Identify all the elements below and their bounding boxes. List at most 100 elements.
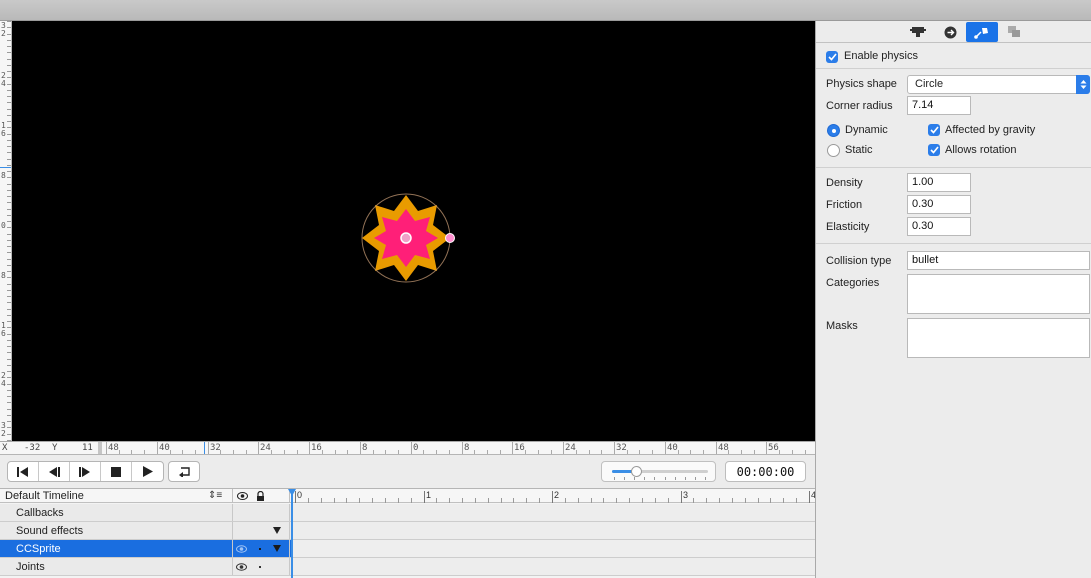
timeline-panel: Default Timeline ⇕≡ 01234 Callbacks Sound… xyxy=(0,488,816,578)
timeline-row[interactable]: Callbacks xyxy=(0,504,815,522)
stop-icon xyxy=(111,466,121,477)
zoom-ticks xyxy=(614,477,706,480)
physics-shape-select[interactable]: Circle xyxy=(907,75,1090,94)
lock-toggle[interactable] xyxy=(259,548,261,550)
timeline-zoom-slider[interactable] xyxy=(601,461,716,482)
timeline-row[interactable]: Sound effects xyxy=(0,522,815,540)
eye-icon[interactable] xyxy=(236,545,247,553)
x-coord-label: X xyxy=(2,443,8,453)
hruler-major-tick xyxy=(157,442,158,454)
timeline-minor-tick xyxy=(745,498,746,503)
expand-arrow-icon[interactable] xyxy=(273,545,281,552)
timeline-minor-tick xyxy=(436,498,437,503)
hruler-minor-tick xyxy=(551,450,552,454)
hruler-minor-tick xyxy=(728,450,729,454)
sort-list-icon[interactable]: ⇕≡ xyxy=(208,490,222,501)
zoom-knob[interactable] xyxy=(631,466,642,477)
hruler-minor-tick xyxy=(182,450,183,454)
hruler-major-tick xyxy=(614,442,615,454)
playhead[interactable] xyxy=(291,489,293,578)
hruler-minor-tick xyxy=(335,450,336,454)
stop-button[interactable] xyxy=(101,462,132,481)
play-button[interactable] xyxy=(132,462,163,481)
timeline-row[interactable]: CCSprite xyxy=(0,540,815,558)
static-radio[interactable] xyxy=(827,144,840,157)
eye-icon[interactable] xyxy=(237,492,248,500)
timeline-minor-tick xyxy=(706,498,707,503)
timeline-row-track[interactable] xyxy=(291,522,815,539)
affected-by-gravity-checkbox[interactable] xyxy=(928,124,940,136)
timeline-row-controls xyxy=(232,504,290,521)
radius-handle[interactable] xyxy=(445,233,455,243)
hruler-major-tick xyxy=(462,442,463,454)
hruler-major-tick xyxy=(411,442,412,454)
hruler-major-tick xyxy=(360,442,361,454)
hruler-minor-tick xyxy=(347,450,348,454)
tab-code-connections[interactable] xyxy=(934,22,966,42)
lock-icon[interactable] xyxy=(256,491,265,501)
anchor-point-handle[interactable] xyxy=(400,232,412,244)
step-forward-button[interactable] xyxy=(70,462,101,481)
categories-field[interactable] xyxy=(907,274,1090,314)
elasticity-label: Elasticity xyxy=(826,221,870,233)
timecode-display: 00:00:00 xyxy=(725,461,806,482)
timeline-row-track[interactable] xyxy=(291,558,815,575)
sprite[interactable] xyxy=(361,193,455,283)
playback-toolbar: 00:00:00 xyxy=(0,456,815,488)
hruler-major-tick xyxy=(512,442,513,454)
horizontal-ruler: X -32 Y 11 48403224168081624324048566 xyxy=(0,441,815,455)
timeline-row-track[interactable] xyxy=(291,540,815,557)
playhead-handle[interactable] xyxy=(288,489,296,496)
allows-rotation-checkbox[interactable] xyxy=(928,144,940,156)
hruler-minor-tick xyxy=(385,450,386,454)
timeline-minor-tick xyxy=(629,498,630,503)
eye-icon[interactable] xyxy=(236,563,247,571)
timeline-minor-tick xyxy=(501,498,502,503)
timeline-major-tick xyxy=(552,491,553,503)
expand-arrow-icon[interactable] xyxy=(273,527,281,534)
friction-field[interactable]: 0.30 xyxy=(907,195,971,214)
scene-canvas[interactable] xyxy=(12,21,815,441)
timeline-row[interactable]: Joints xyxy=(0,558,815,576)
step-back-button[interactable] xyxy=(39,462,70,481)
corner-radius-field[interactable]: 7.14 xyxy=(907,96,971,115)
timeline-row-track[interactable] xyxy=(291,504,815,521)
lock-toggle[interactable] xyxy=(259,566,261,568)
check-icon xyxy=(929,146,939,154)
tab-physics[interactable] xyxy=(966,22,998,42)
hruler-minor-tick xyxy=(246,450,247,454)
static-label: Static xyxy=(845,144,873,156)
timeline-minor-tick xyxy=(565,498,566,503)
tab-templates[interactable] xyxy=(998,22,1030,42)
timeline-minor-tick xyxy=(385,498,386,503)
elasticity-field[interactable]: 0.30 xyxy=(907,217,971,236)
timeline-minor-tick xyxy=(321,498,322,503)
skip-to-start-button[interactable] xyxy=(8,462,39,481)
hruler-cursor-marker xyxy=(204,442,205,454)
enable-physics-checkbox[interactable] xyxy=(826,51,838,63)
enable-physics-label: Enable physics xyxy=(844,50,918,62)
dynamic-label: Dynamic xyxy=(845,124,888,136)
timeline-ruler[interactable]: 01234 xyxy=(291,489,816,503)
hruler-major-tick xyxy=(309,442,310,454)
hruler-minor-tick xyxy=(589,450,590,454)
hruler-minor-tick xyxy=(170,450,171,454)
timeline-minor-tick xyxy=(513,498,514,503)
loop-button[interactable] xyxy=(168,461,200,482)
timeline-minor-tick xyxy=(668,498,669,503)
masks-field[interactable] xyxy=(907,318,1090,358)
ruler-grip[interactable] xyxy=(98,442,102,454)
timeline-minor-tick xyxy=(411,498,412,503)
divider xyxy=(816,68,1091,69)
physics-shape-value: Circle xyxy=(915,78,944,90)
hruler-label: 40 xyxy=(159,443,170,453)
timeline-minor-tick xyxy=(346,498,347,503)
hruler-minor-tick xyxy=(220,450,221,454)
collision-type-field[interactable]: bullet xyxy=(907,251,1090,270)
timeline-name[interactable]: Default Timeline xyxy=(5,490,84,502)
vruler-label: 2 4 xyxy=(1,371,6,388)
density-field[interactable]: 1.00 xyxy=(907,173,971,192)
hruler-major-tick xyxy=(106,442,107,454)
tab-node-properties[interactable] xyxy=(902,22,934,42)
dynamic-radio[interactable] xyxy=(827,124,840,137)
